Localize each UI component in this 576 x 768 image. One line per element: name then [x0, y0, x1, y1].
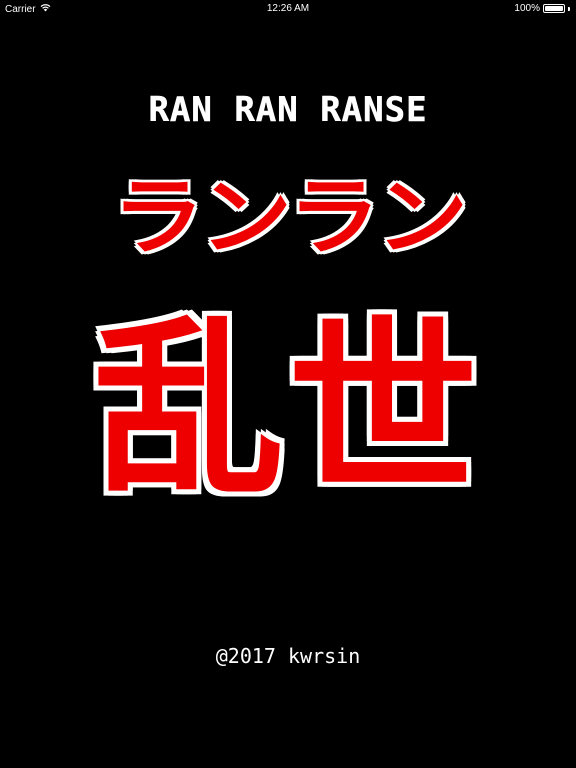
battery-fill: [545, 6, 563, 11]
game-subtitle: RAN RAN RANSE: [148, 90, 428, 131]
battery-icon: [543, 4, 565, 13]
status-right: 100%: [514, 3, 570, 14]
status-time: 12:26 AM: [266, 3, 310, 14]
game-title-kana: ランラン: [111, 168, 468, 267]
status-bar: Carrier 12:26 AM 100%: [0, 0, 576, 18]
battery-percent: 100%: [514, 3, 540, 14]
game-title-kanji: 乱世: [93, 300, 482, 521]
game-title-screen[interactable]: { "status_bar": { "carrier": "Carrier", …: [0, 0, 576, 768]
copyright-text: @2017 kwrsin: [215, 644, 361, 668]
battery-cap: [568, 6, 570, 11]
